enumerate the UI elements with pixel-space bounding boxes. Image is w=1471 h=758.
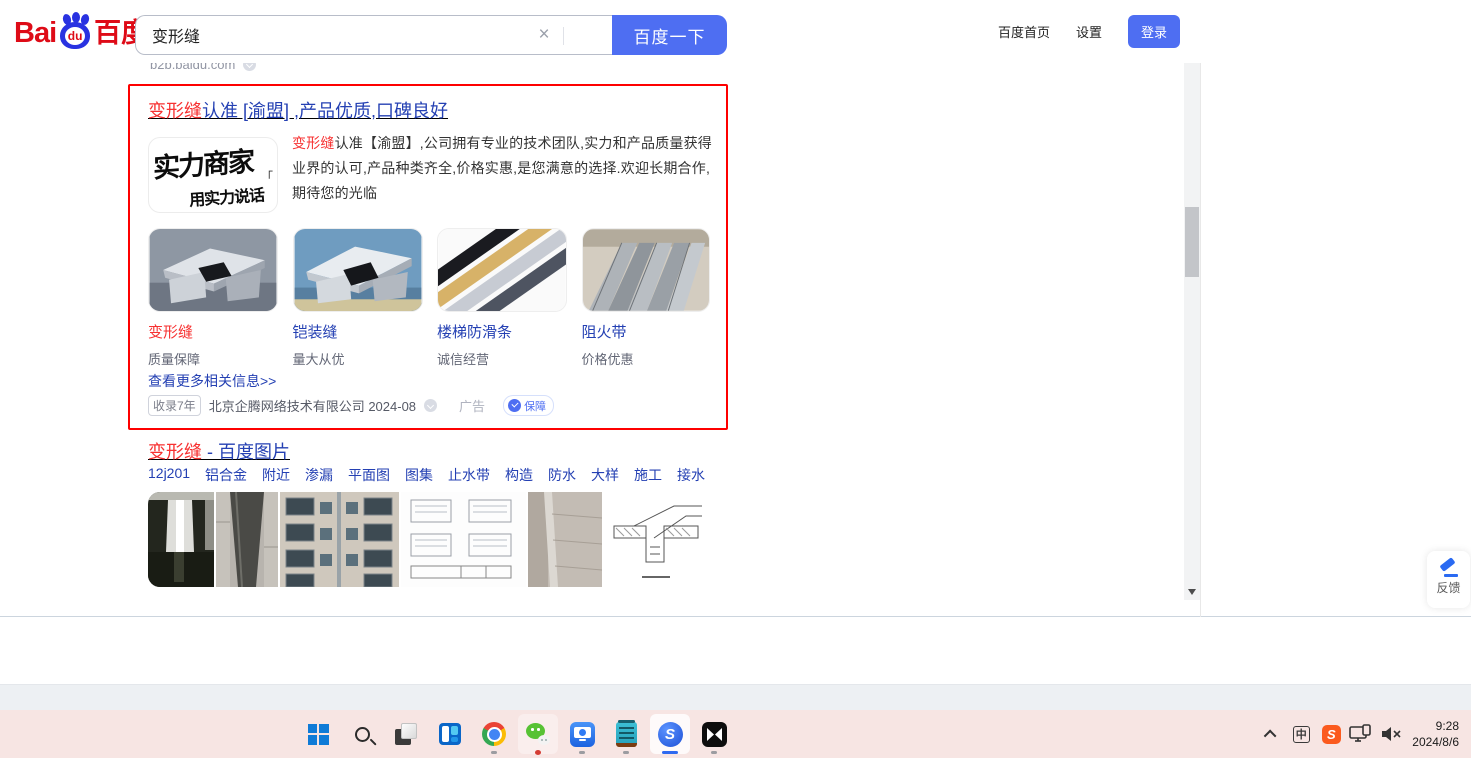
result-image-wall-joint[interactable] xyxy=(528,492,602,587)
cast-display-icon[interactable] xyxy=(1346,716,1376,752)
header-nav: 百度首页 设置 登录 xyxy=(998,0,1180,63)
product-image-fire-belt xyxy=(581,228,710,312)
clock-date: 2024/8/6 xyxy=(1412,735,1459,749)
search-header: Bai du 百度 × 百度一下 百度首页 设置 登录 xyxy=(0,0,1471,63)
tag-link[interactable]: 止水带 xyxy=(448,465,490,485)
feedback-button[interactable]: 反馈 xyxy=(1427,551,1470,608)
chevron-down-icon[interactable] xyxy=(424,399,438,412)
tag-link[interactable]: 图集 xyxy=(405,465,433,485)
product-card-kaizhuangfeng[interactable]: 铠装缝 量大从优 xyxy=(292,228,423,368)
search-input[interactable] xyxy=(152,17,522,53)
window-edge-divider xyxy=(1200,0,1201,617)
ad-product-cards: 变形缝 质量保障 铠装缝 量大从优 楼梯防滑条 诚信经营 阻火带 价格优惠 xyxy=(148,228,710,368)
capcut-icon[interactable] xyxy=(692,712,736,756)
tag-link[interactable]: 接水 xyxy=(677,465,705,485)
search-button[interactable]: 百度一下 xyxy=(612,15,727,55)
product-card-bianxingfeng[interactable]: 变形缝 质量保障 xyxy=(148,228,278,368)
images-result-title[interactable]: 变形缝 - 百度图片 xyxy=(148,438,290,464)
product-image-stair-strips xyxy=(437,228,567,312)
ime-indicator-icon[interactable]: 中 xyxy=(1286,716,1316,752)
ad-label: 广告 xyxy=(459,399,486,414)
login-button[interactable]: 登录 xyxy=(1127,15,1180,48)
ad-description: 变形缝认准【渝盟】,公司拥有专业的技术团队,实力和产品质量获得业界的认可,产品种… xyxy=(292,135,712,201)
wechat-icon[interactable] xyxy=(516,712,560,756)
product-link[interactable]: 铠装缝 xyxy=(293,321,423,342)
ad-thumbnail-calligraphy[interactable]: 实力商家 用实力说话 「 xyxy=(148,137,278,213)
tag-link[interactable]: 平面图 xyxy=(348,465,390,485)
volume-muted-icon[interactable] xyxy=(1376,716,1406,752)
search-divider xyxy=(563,27,564,45)
nav-baidu-home[interactable]: 百度首页 xyxy=(998,22,1050,41)
guarantee-badge[interactable]: 保障 xyxy=(503,395,555,416)
clock-time: 9:28 xyxy=(1435,719,1459,733)
clear-search-icon[interactable]: × xyxy=(534,25,554,45)
taskbar-clock[interactable]: 9:28 2024/8/6 xyxy=(1406,718,1471,750)
pc-manager-icon[interactable] xyxy=(560,712,604,756)
desktop-area-white xyxy=(0,618,1471,684)
scroll-down-arrow[interactable] xyxy=(1188,589,1196,595)
taskbar-search-icon[interactable] xyxy=(340,712,384,756)
sogou-tray-icon[interactable]: S xyxy=(1316,716,1346,752)
product-card-fire-belt[interactable]: 阻火带 价格优惠 xyxy=(581,228,710,368)
ad-footer: 收录7年 北京企腾网络技术有限公司 2024-08 广告 保障 xyxy=(148,395,555,416)
result-image-joint-diagram[interactable] xyxy=(604,492,707,587)
advertiser-name: 北京企腾网络技术有限公司 2024-08 xyxy=(208,399,417,414)
product-link[interactable]: 阻火带 xyxy=(582,321,710,342)
tag-link[interactable]: 铝合金 xyxy=(205,465,247,485)
tag-link[interactable]: 12j201 xyxy=(148,465,190,485)
product-link[interactable]: 变形缝 xyxy=(148,321,278,342)
widgets-icon[interactable] xyxy=(428,712,472,756)
logo-bai-text: Bai xyxy=(14,17,57,49)
nav-settings[interactable]: 设置 xyxy=(1076,22,1102,41)
tag-link[interactable]: 防水 xyxy=(548,465,576,485)
baidu-paw-icon: du xyxy=(57,12,93,50)
indexed-age-badge: 收录7年 xyxy=(148,395,201,416)
taskbar-apps: S xyxy=(296,712,736,756)
tag-link[interactable]: 渗漏 xyxy=(305,465,333,485)
browser-viewport: b2b.baidu.com Bai du 百度 × 百度一下 xyxy=(0,0,1471,617)
desktop-screen: b2b.baidu.com Bai du 百度 × 百度一下 xyxy=(0,0,1471,758)
tag-link[interactable]: 构造 xyxy=(505,465,533,485)
sogou-browser-icon[interactable]: S xyxy=(648,712,692,756)
tag-link[interactable]: 大样 xyxy=(591,465,619,485)
product-link[interactable]: 楼梯防滑条 xyxy=(437,321,567,342)
product-card-stair-nosing[interactable]: 楼梯防滑条 诚信经营 xyxy=(437,228,567,368)
scrollbar-thumb[interactable] xyxy=(1185,207,1199,277)
tray-expand-chevron-icon[interactable] xyxy=(1256,716,1286,752)
search-input-box: × xyxy=(135,15,612,55)
product-image-armored-joint xyxy=(292,228,423,312)
result-image-garage-joint[interactable] xyxy=(148,492,214,587)
desktop-area-gray xyxy=(0,684,1471,710)
task-view-icon[interactable] xyxy=(384,712,428,756)
windows-taskbar: S 中 S 9:28 2024/8/6 xyxy=(0,710,1471,758)
tag-link[interactable]: 施工 xyxy=(634,465,662,485)
see-more-link[interactable]: 查看更多相关信息>> xyxy=(148,371,276,391)
image-results-strip xyxy=(148,492,707,587)
windows-start-button[interactable] xyxy=(296,712,340,756)
pencil-icon xyxy=(1438,557,1459,577)
product-image-expansion-joint xyxy=(148,228,278,312)
ad-result-title[interactable]: 变形缝认准 [渝盟] ,产品优质,口碑良好 xyxy=(148,97,448,123)
baidu-logo[interactable]: Bai du 百度 xyxy=(14,12,148,50)
image-tags-row: 12j201 铝合金 附近 渗漏 平面图 图集 止水带 构造 防水 大样 施工 … xyxy=(148,465,705,485)
result-image-facade-joint[interactable] xyxy=(280,492,399,587)
result-image-technical-drawing[interactable] xyxy=(401,492,526,587)
check-icon xyxy=(508,399,522,412)
notepad-icon[interactable] xyxy=(604,712,648,756)
chrome-icon[interactable] xyxy=(472,712,516,756)
page-scrollbar[interactable] xyxy=(1184,0,1200,600)
result-image-floor-joint[interactable] xyxy=(216,492,278,587)
system-tray: 中 S 9:28 2024/8/6 xyxy=(1256,710,1471,758)
tag-link[interactable]: 附近 xyxy=(262,465,290,485)
